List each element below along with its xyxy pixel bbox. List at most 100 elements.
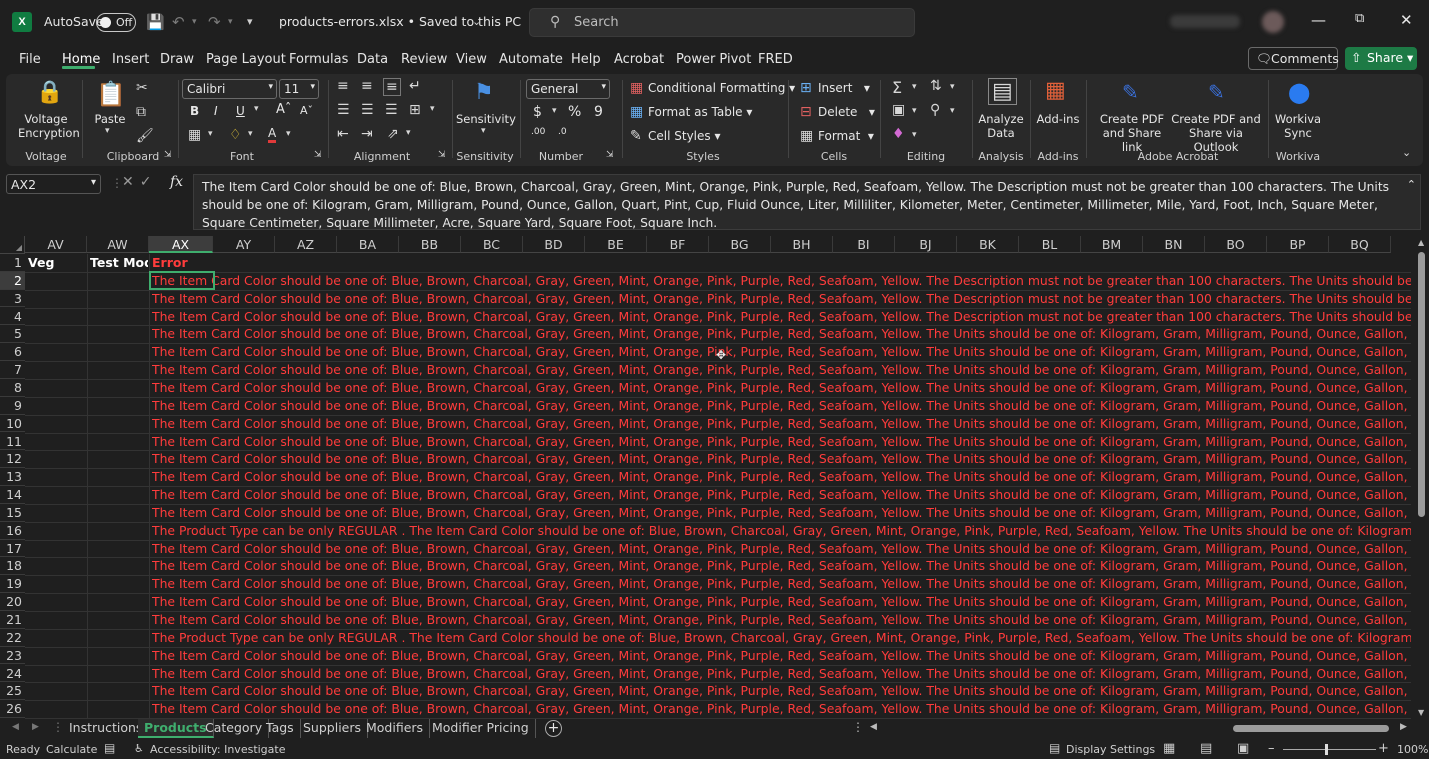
error-cell[interactable]: The Item Card Color should be one of: Bl… (152, 593, 1411, 611)
row-header[interactable]: 10 (0, 415, 25, 433)
delete-cells-button[interactable]: Delete ▾ (818, 105, 875, 119)
column-header-bi[interactable]: BI (833, 236, 895, 253)
add-ins-button[interactable]: Add-ins (1036, 112, 1080, 126)
zoom-level[interactable]: 100% (1397, 743, 1428, 756)
row-header[interactable]: 16 (0, 522, 25, 540)
font-name-select[interactable]: Calibri ▾ (182, 79, 277, 99)
underline-icon[interactable]: U (236, 104, 245, 118)
row-header[interactable]: 14 (0, 486, 25, 504)
error-cell[interactable]: The Item Card Color should be one of: Bl… (152, 379, 1411, 397)
row-header[interactable]: 11 (0, 433, 25, 451)
italic-icon[interactable]: I (214, 104, 218, 118)
error-cell[interactable]: The Item Card Color should be one of: Bl… (152, 504, 1411, 522)
menu-help[interactable]: Help (571, 52, 601, 67)
column-header-bq[interactable]: BQ (1329, 236, 1391, 253)
save-icon[interactable]: 💾 (146, 12, 165, 32)
font-color-dropdown-icon[interactable]: ▾ (286, 129, 291, 139)
align-bottom-icon[interactable]: ≡ (383, 78, 401, 96)
decrease-decimal-icon[interactable]: .0 (558, 127, 567, 137)
restore-icon[interactable]: ⧉ (1355, 11, 1364, 26)
error-cell[interactable]: The Item Card Color should be one of: Bl… (152, 700, 1411, 718)
column-header-az[interactable]: AZ (275, 236, 337, 253)
error-cell[interactable]: The Item Card Color should be one of: Bl… (152, 486, 1411, 504)
number-format-select[interactable]: General ▾ (526, 79, 610, 99)
merge-center-icon[interactable]: ⊞ (409, 102, 421, 118)
merge-dropdown-icon[interactable]: ▾ (430, 104, 435, 114)
menu-draw[interactable]: Draw (160, 52, 194, 67)
avatar[interactable] (1262, 11, 1284, 33)
zoom-in-icon[interactable]: + (1378, 741, 1389, 756)
increase-indent-icon[interactable]: ⇥ (361, 126, 373, 142)
sort-filter-icon[interactable]: ⇅ (930, 78, 942, 94)
tab-suppliers[interactable]: Suppliers (297, 719, 369, 738)
currency-dropdown-icon[interactable]: ▾ (552, 106, 557, 116)
menu-view[interactable]: View (456, 52, 487, 67)
row-header[interactable]: 17 (0, 540, 25, 558)
undo-dropdown-icon[interactable]: ▾ (192, 12, 197, 32)
row-header[interactable]: 26 (0, 700, 25, 719)
column-header-bo[interactable]: BO (1205, 236, 1267, 253)
row-header[interactable]: 13 (0, 468, 25, 486)
select-all-corner[interactable]: ◢ (0, 236, 25, 254)
zoom-slider-handle[interactable] (1325, 744, 1328, 755)
column-header-bl[interactable]: BL (1019, 236, 1081, 253)
user-name[interactable] (1170, 15, 1240, 28)
page-layout-view-icon[interactable]: ▤ (1200, 741, 1212, 756)
column-header-bg[interactable]: BG (709, 236, 771, 253)
find-select-icon[interactable]: ⚲ (930, 102, 940, 118)
underline-dropdown-icon[interactable]: ▾ (254, 104, 259, 114)
row-header[interactable]: 9 (0, 397, 25, 415)
row-header[interactable]: 1 (0, 254, 25, 272)
error-cell[interactable]: The Item Card Color should be one of: Bl… (152, 682, 1411, 700)
column-header-bc[interactable]: BC (461, 236, 523, 253)
borders-icon[interactable]: ▦ (188, 127, 201, 143)
collapse-ribbon-icon[interactable]: ⌄ (1402, 146, 1411, 159)
align-right-icon[interactable]: ☰ (385, 102, 398, 118)
percent-icon[interactable]: % (568, 104, 581, 120)
paste-dropdown-icon[interactable]: ▾ (105, 126, 110, 136)
clear-icon[interactable]: ♦ (892, 126, 905, 142)
menu-home[interactable]: Home (62, 52, 100, 67)
cut-icon[interactable]: ✂ (136, 80, 148, 96)
sort-dropdown-icon[interactable]: ▾ (950, 82, 955, 92)
row-header[interactable]: 5 (0, 325, 25, 344)
hscroll-left-icon[interactable]: ◀ (870, 722, 877, 732)
customize-toolbar-icon[interactable]: ▾ (247, 12, 253, 32)
tab-category[interactable]: Category (199, 719, 270, 738)
increase-font-icon[interactable]: Aˆ (276, 102, 291, 117)
column-header-av[interactable]: AV (25, 236, 87, 253)
fill-color-dropdown-icon[interactable]: ▾ (248, 129, 253, 139)
close-icon[interactable]: ✕ (1400, 11, 1413, 29)
error-cell[interactable]: The Item Card Color should be one of: Bl… (152, 290, 1411, 308)
column-header-ba[interactable]: BA (337, 236, 399, 253)
align-left-icon[interactable]: ☰ (337, 102, 350, 118)
header-cell-av[interactable]: Veg (28, 254, 86, 271)
currency-icon[interactable]: $ (533, 104, 542, 120)
paste-button[interactable]: Paste (92, 112, 128, 126)
conditional-formatting-button[interactable]: Conditional Formatting ▾ (648, 81, 795, 95)
error-cell[interactable]: The Item Card Color should be one of: Bl… (152, 308, 1411, 326)
format-painter-icon[interactable]: 🖌 (136, 128, 154, 144)
row-header[interactable]: 20 (0, 593, 25, 611)
column-header-bm[interactable]: BM (1081, 236, 1143, 253)
column-header-bk[interactable]: BK (957, 236, 1019, 253)
align-center-icon[interactable]: ☰ (361, 102, 374, 118)
row-header[interactable]: 19 (0, 575, 25, 594)
column-header-ay[interactable]: AY (213, 236, 275, 253)
row-header[interactable]: 2 (0, 271, 25, 290)
autosave-toggle[interactable]: Off (96, 13, 136, 32)
hscroll-right-icon[interactable]: ▶ (1400, 722, 1407, 732)
error-cell[interactable]: The Item Card Color should be one of: Bl… (152, 415, 1411, 433)
dialog-launcher-icon[interactable]: ⇲ (314, 150, 322, 160)
formula-input[interactable]: The Item Card Color should be one of: Bl… (193, 174, 1421, 230)
insert-function-icon[interactable]: fx (170, 174, 183, 190)
align-middle-icon[interactable]: ≡ (361, 78, 373, 94)
menu-data[interactable]: Data (357, 52, 388, 67)
sensitivity-button[interactable]: Sensitivity (456, 112, 516, 126)
zoom-out-icon[interactable]: – (1268, 741, 1275, 756)
comments-button[interactable]: 🗨 Comments (1248, 47, 1339, 70)
enter-icon[interactable]: ✓ (140, 174, 158, 190)
error-cell[interactable]: The Item Card Color should be one of: Bl… (152, 325, 1411, 343)
column-header-bp[interactable]: BP (1267, 236, 1329, 253)
orientation-icon[interactable]: ⇗ (387, 126, 399, 142)
